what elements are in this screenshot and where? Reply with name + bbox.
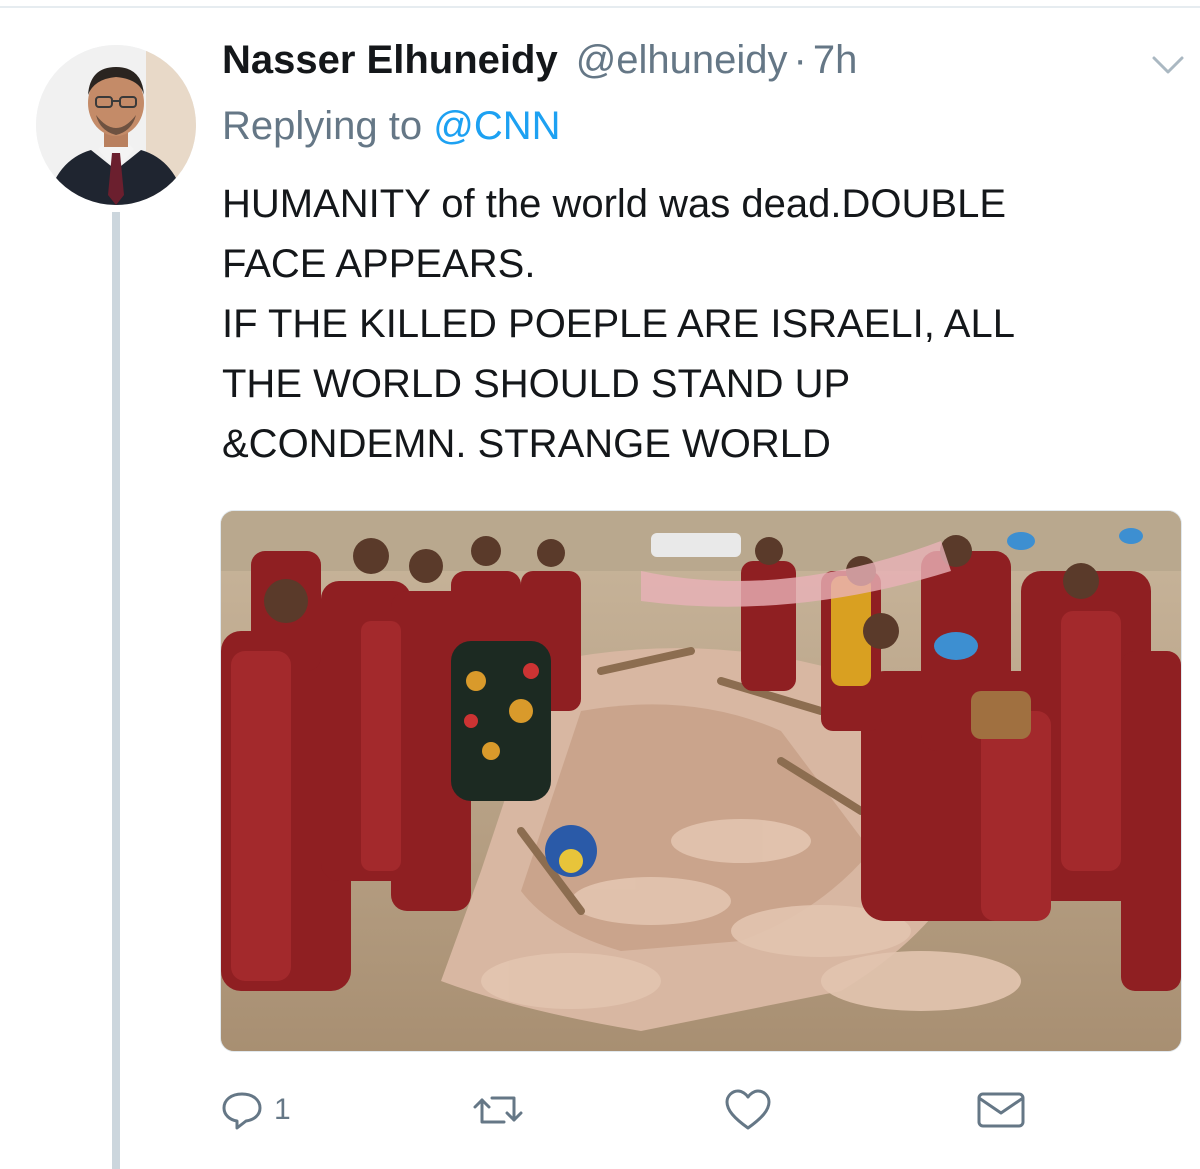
retweet-button[interactable] [472,1080,524,1140]
reply-mention-link[interactable]: @CNN [433,104,560,148]
tweet-text-line: &CONDEMN. STRANGE WORLD [222,422,831,466]
envelope-icon [977,1092,1025,1128]
tweet-actions: 1 [0,1080,1200,1140]
like-button[interactable] [724,1080,772,1140]
tweet-text: HUMANITY of the world was dead.DOUBLE FA… [222,174,1192,474]
separator-dot: · [793,38,807,82]
tweet-text-line: HUMANITY of the world was dead.DOUBLE [222,182,1007,226]
top-divider [0,6,1200,8]
retweet-icon [473,1096,523,1124]
tweet-text-line: THE WORLD SHOULD STAND UP [222,362,851,406]
thread-line [112,212,120,1169]
chevron-down-icon[interactable] [1148,50,1188,80]
user-handle[interactable]: @elhuneidy [576,38,788,83]
avatar-image [36,45,196,205]
reply-icon [222,1092,262,1130]
tweet-header: Nasser Elhuneidy @elhuneidy · 7h [222,38,857,94]
tweet-text-line: IF THE KILLED POEPLE ARE ISRAELI, ALL [222,302,1015,346]
heart-icon [725,1089,771,1130]
reply-count: 1 [274,1093,291,1126]
replying-to: Replying to @CNN [222,104,561,149]
reply-button[interactable]: 1 [220,1080,291,1140]
replying-prefix: Replying to [222,104,423,148]
tweet-photo[interactable] [220,510,1182,1052]
direct-message-button[interactable] [976,1080,1026,1140]
avatar[interactable] [36,45,196,205]
display-name[interactable]: Nasser Elhuneidy [222,38,558,83]
tweet-text-line: FACE APPEARS. [222,242,536,286]
timestamp[interactable]: 7h [813,38,858,83]
photo-scene [221,511,1181,1051]
